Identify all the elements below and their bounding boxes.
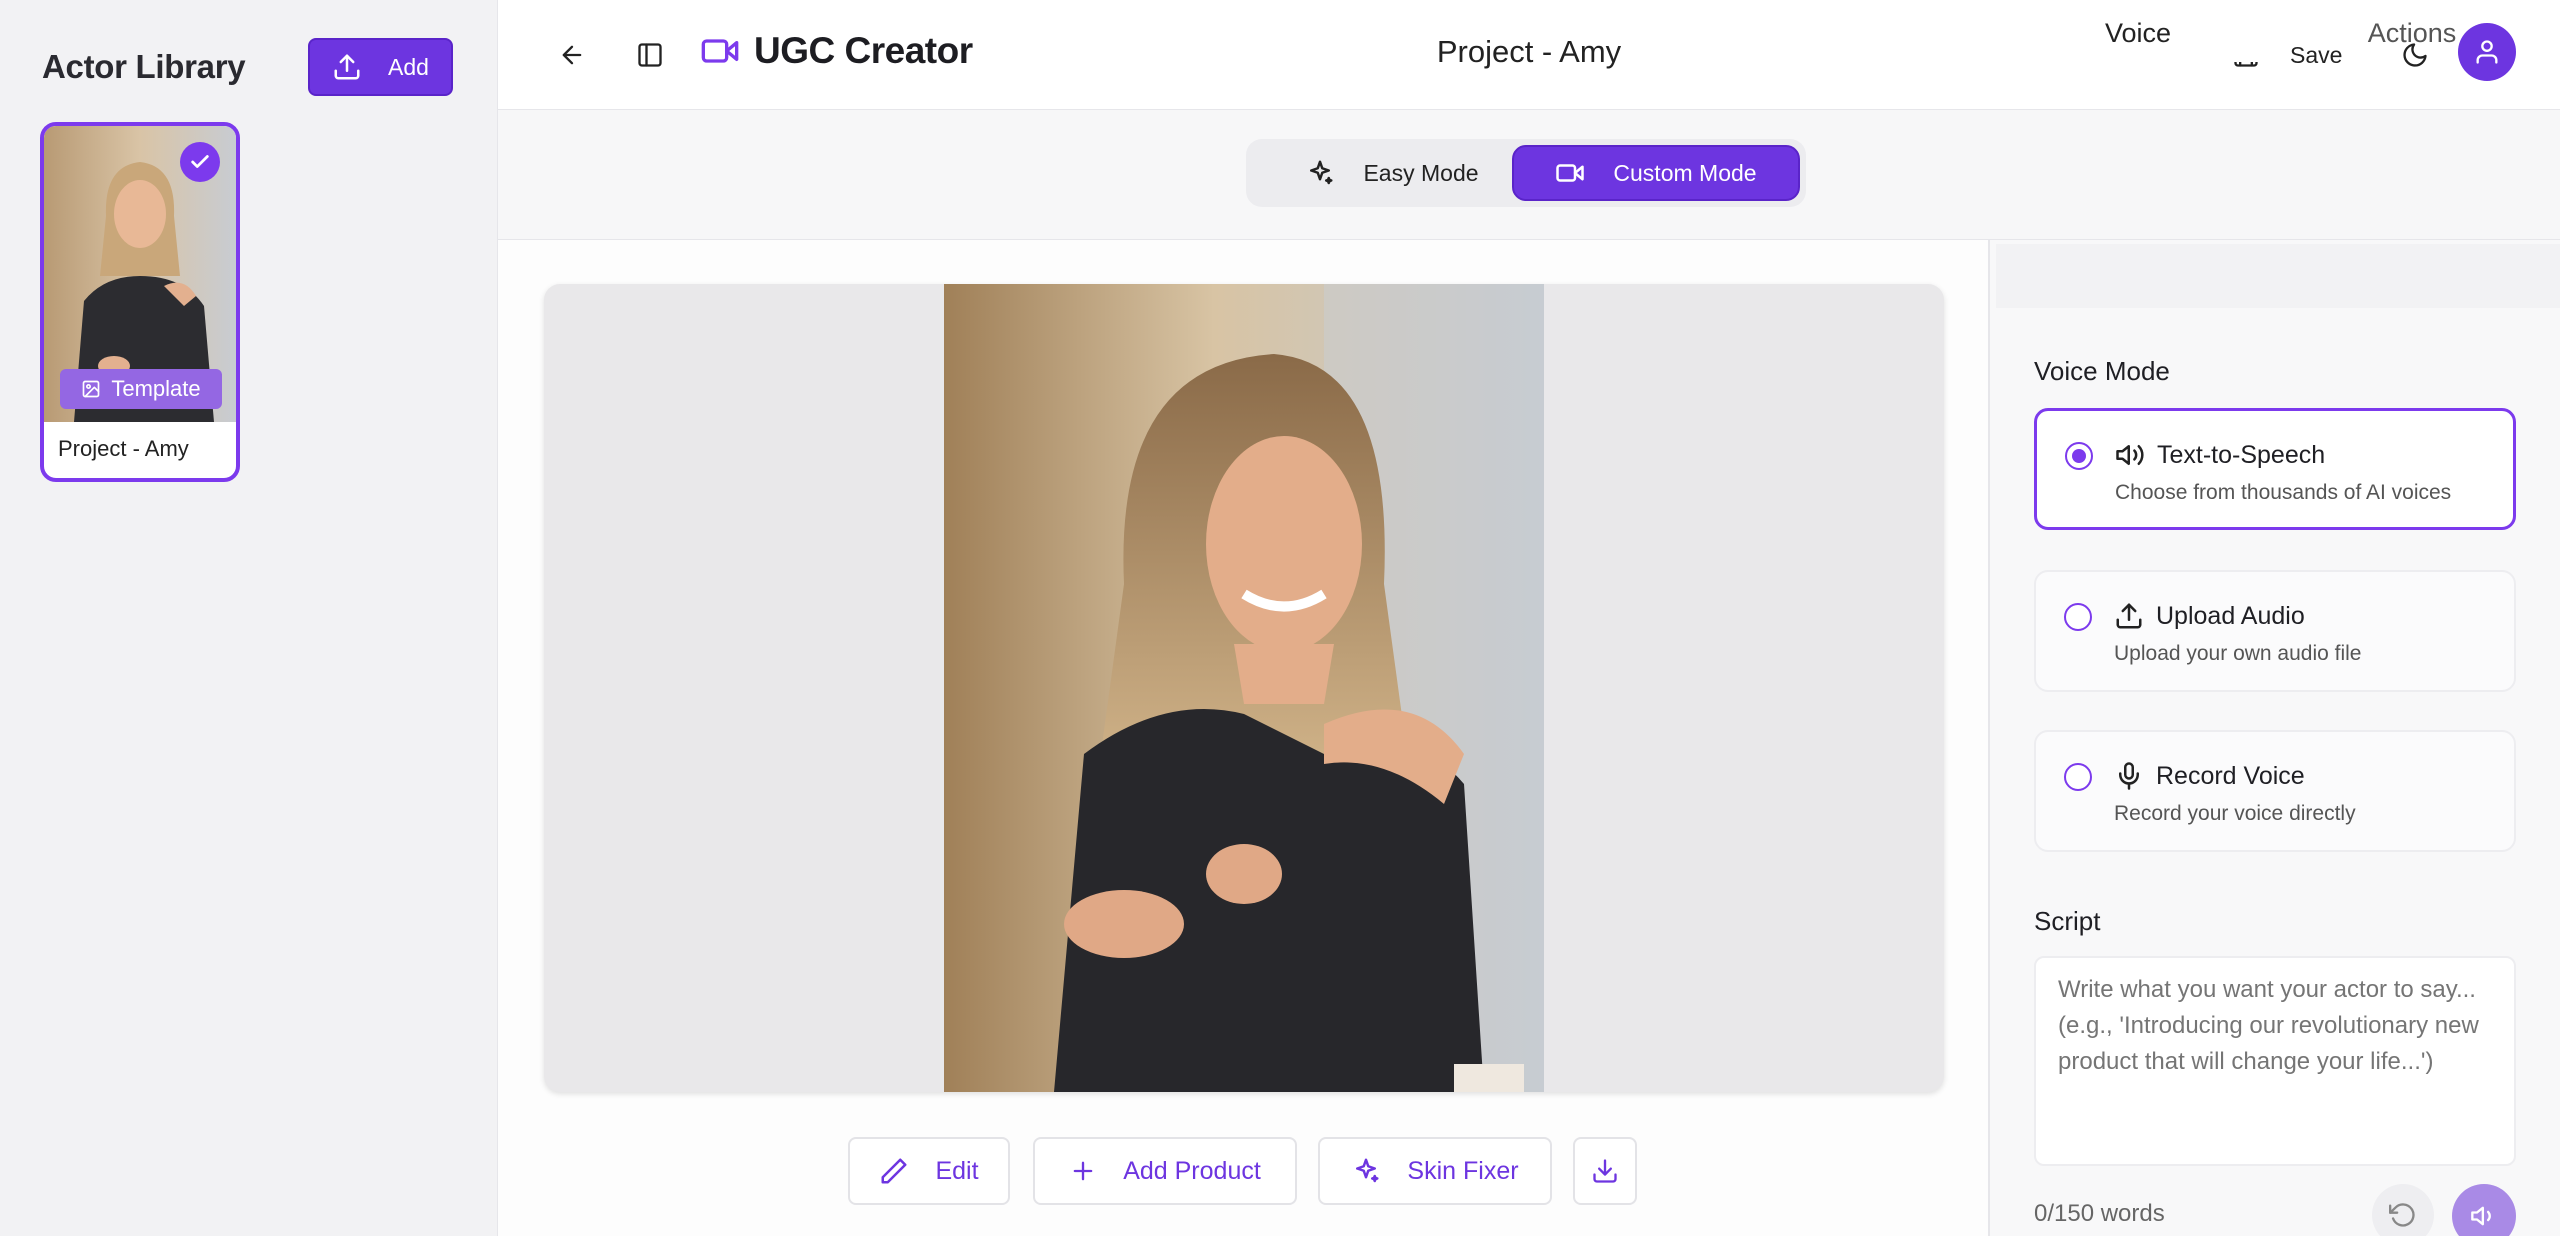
- script-textarea[interactable]: [2034, 956, 2516, 1166]
- back-button[interactable]: [550, 33, 594, 77]
- add-product-button[interactable]: Add Product: [1033, 1137, 1297, 1205]
- voice-option-subtitle: Choose from thousands of AI voices: [2115, 481, 2452, 504]
- voice-option-record[interactable]: Record Voice Record your voice directly: [2034, 730, 2516, 852]
- add-actor-button[interactable]: Add: [308, 38, 453, 96]
- sidebar-panel-icon: [638, 43, 662, 67]
- sparkles-icon: [1356, 1158, 1379, 1183]
- tab-voice[interactable]: Voice: [2002, 4, 2274, 62]
- plus-icon: [1073, 1161, 1093, 1181]
- actor-name: Project - Amy: [58, 436, 189, 461]
- voice-mode-label: Voice Mode: [2034, 356, 2170, 386]
- upload-icon: [334, 54, 360, 80]
- mode-toggle: Easy Mode Custom Mode: [1246, 139, 1806, 207]
- actor-library-sidebar: Actor Library Add Template Project - Amy: [0, 0, 498, 1236]
- radio-record[interactable]: [2064, 763, 2092, 791]
- sparkles-icon: [1310, 160, 1333, 185]
- rotate-ccw-icon: [2389, 1203, 2415, 1227]
- custom-mode-button[interactable]: Custom Mode: [1512, 145, 1800, 201]
- voice-option-tts[interactable]: Text-to-Speech Choose from thousands of …: [2034, 408, 2516, 530]
- toggle-sidebar-button[interactable]: [628, 33, 672, 77]
- edit-button[interactable]: Edit: [848, 1137, 1010, 1205]
- pencil-icon: [881, 1158, 907, 1184]
- easy-mode-label: Easy Mode: [1363, 159, 1479, 186]
- custom-mode-label: Custom Mode: [1613, 159, 1757, 186]
- video-canvas: [544, 284, 1944, 1092]
- template-badge-label: Template: [111, 376, 201, 401]
- voice-option-subtitle: Upload your own audio file: [2114, 642, 2362, 665]
- skin-fixer-label: Skin Fixer: [1407, 1156, 1519, 1185]
- edit-label: Edit: [935, 1156, 979, 1185]
- video-camera-icon: [701, 39, 739, 63]
- radio-upload[interactable]: [2064, 603, 2092, 631]
- download-icon: [1593, 1159, 1617, 1183]
- script-label: Script: [2034, 906, 2101, 936]
- voice-option-upload[interactable]: Upload Audio Upload your own audio file: [2034, 570, 2516, 692]
- video-camera-icon: [1556, 164, 1585, 182]
- arrow-left-icon: [562, 45, 582, 65]
- brand-name: UGC Creator: [754, 30, 973, 71]
- voice-option-title: Record Voice: [2156, 762, 2305, 790]
- radio-tts[interactable]: [2065, 442, 2093, 470]
- voice-option-title: Upload Audio: [2156, 602, 2305, 630]
- brand: UGC Creator: [700, 30, 973, 72]
- tab-actions[interactable]: Actions: [2277, 4, 2547, 62]
- add-button-label: Add: [388, 53, 429, 80]
- download-button[interactable]: [1573, 1137, 1637, 1205]
- project-title: Project - Amy: [1436, 34, 1622, 69]
- actor-card[interactable]: Template Project - Amy: [40, 122, 240, 482]
- actor-photo: [944, 284, 1544, 1092]
- image-icon: [83, 380, 100, 398]
- speaker-icon: [2471, 1206, 2491, 1226]
- speaker-icon: [2116, 445, 2144, 465]
- skin-fixer-button[interactable]: Skin Fixer: [1318, 1137, 1552, 1205]
- upload-icon: [2116, 603, 2142, 629]
- sidebar-title: Actor Library: [42, 48, 246, 85]
- voice-option-title: Text-to-Speech: [2157, 441, 2326, 469]
- selected-check-icon: [180, 142, 220, 182]
- template-badge: Template: [60, 369, 222, 409]
- easy-mode-button[interactable]: Easy Mode: [1292, 145, 1492, 201]
- voice-option-subtitle: Record your voice directly: [2114, 802, 2356, 825]
- microphone-icon: [2119, 762, 2139, 790]
- add-product-label: Add Product: [1123, 1156, 1261, 1185]
- word-count: 0/150 words: [2034, 1200, 2165, 1227]
- panel-tabs: [1996, 244, 2560, 308]
